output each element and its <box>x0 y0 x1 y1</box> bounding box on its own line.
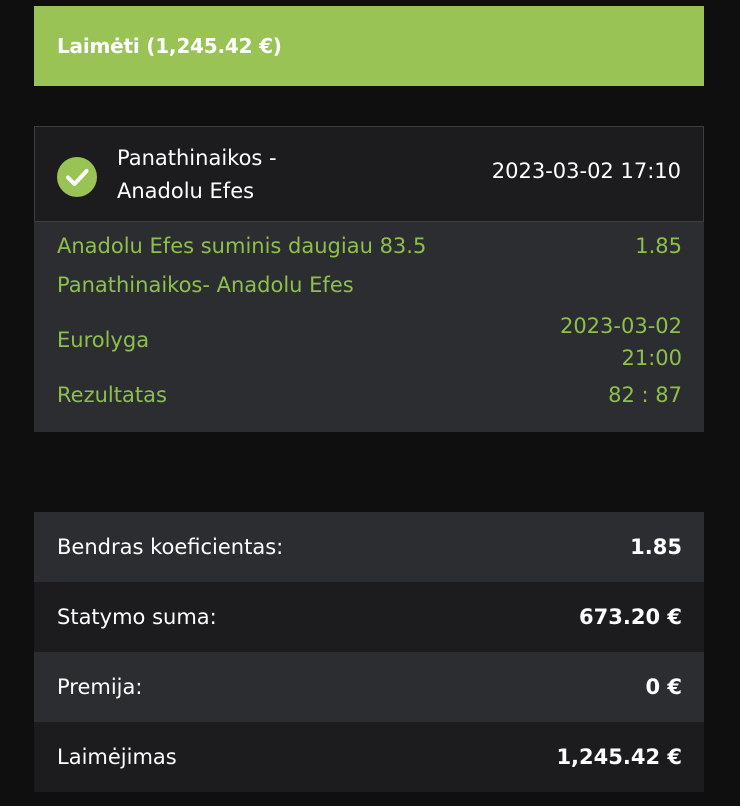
win-status-text: Laimėti (1,245.42 €) <box>57 34 282 58</box>
event-date-time: 21:00 <box>621 346 682 370</box>
summary-value: 1.85 <box>630 535 682 559</box>
result-label: Rezultatas <box>57 383 167 407</box>
summary-row-winnings: Laimėjimas 1,245.42 € <box>34 722 704 792</box>
match-name: Panathinaikos - Anadolu Efes <box>117 142 277 208</box>
summary-value: 0 € <box>645 675 682 699</box>
match-team-away: Anadolu Efes <box>117 179 255 203</box>
match-datetime: 2023-03-02 17:10 <box>491 159 681 183</box>
bet-header[interactable]: Panathinaikos - Anadolu Efes 2023-03-02 … <box>34 126 704 222</box>
summary-label: Premija: <box>57 675 143 699</box>
match-team-home: Panathinaikos - <box>117 146 277 170</box>
bet-selection: Anadolu Efes suminis daugiau 83.5 <box>57 234 427 258</box>
result-value: 82 : 87 <box>608 383 682 407</box>
summary-row-total-odds: Bendras koeficientas: 1.85 <box>34 512 704 582</box>
bet-summary: Bendras koeficientas: 1.85 Statymo suma:… <box>34 512 704 792</box>
summary-label: Laimėjimas <box>57 745 177 769</box>
bet-league: Eurolyga <box>57 328 150 352</box>
check-circle-icon <box>57 157 97 197</box>
bet-details: Anadolu Efes suminis daugiau 83.5 1.85 P… <box>34 222 704 432</box>
win-status-banner: Laimėti (1,245.42 €) <box>34 6 704 86</box>
summary-value: 673.20 € <box>579 605 682 629</box>
bet-event: Panathinaikos- Anadolu Efes <box>57 273 354 297</box>
summary-row-bonus: Premija: 0 € <box>34 652 704 722</box>
summary-label: Bendras koeficientas: <box>57 535 284 559</box>
summary-row-stake: Statymo suma: 673.20 € <box>34 582 704 652</box>
summary-value: 1,245.42 € <box>556 745 682 769</box>
summary-label: Statymo suma: <box>57 605 217 629</box>
event-date: 2023-03-02 21:00 <box>560 310 682 374</box>
bet-odds: 1.85 <box>635 234 682 258</box>
bet-card: Panathinaikos - Anadolu Efes 2023-03-02 … <box>34 126 704 432</box>
event-date-day: 2023-03-02 <box>559 314 682 338</box>
